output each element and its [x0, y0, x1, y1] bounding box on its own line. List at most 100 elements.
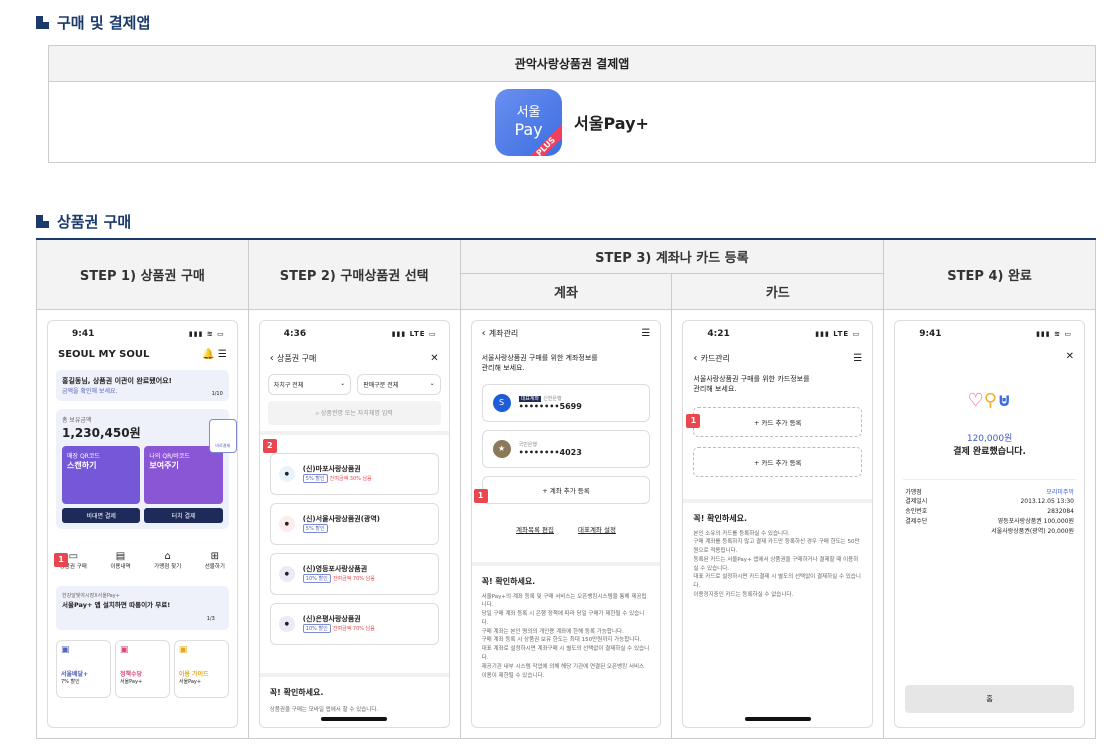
note: 당일 구매 계좌 등록 시 은행 정책에 따라 당일 구매가 제한될 수 있습니… — [481, 611, 645, 626]
desc-line2: 관리해 보세요. — [693, 385, 737, 393]
quick-pay-tab[interactable]: 바로결제 — [208, 418, 237, 453]
menu-store[interactable]: ⌂ 가맹점 찾기 — [154, 551, 181, 570]
voucher-item[interactable]: ● (신)영등포사랑상품권 10% 할인 잔여금액 70% 남음 — [269, 552, 439, 595]
payment-app-header: 관악사랑상품권 결제앱 — [49, 46, 1095, 82]
voucher-name: (신)영등포사랑상품권 — [302, 565, 368, 573]
menu-label: 가맹점 찾기 — [154, 563, 182, 570]
header-card: 카드 — [671, 272, 885, 310]
chevron-down-icon: ⌄ — [429, 379, 435, 387]
account-item[interactable]: ★ 국민은행 ••••••••4023 — [481, 429, 651, 468]
add-card-button[interactable]: + 카드 추가 등록 — [693, 446, 863, 477]
status-time: 9:41 — [72, 328, 95, 339]
set-primary-link[interactable]: 대표계좌 설정 — [578, 524, 616, 534]
banner-sub: 한강달빛야시장X서울Pay+ — [62, 592, 120, 599]
voucher-name: (신)마포사랑상품권 — [302, 465, 361, 473]
notice-text: 홍길동님, 상품권 이관이 완료됐어요! — [62, 376, 172, 385]
account-item[interactable]: S 대표계좌 신한은행 ••••••••5699 — [481, 383, 651, 422]
promo-banner[interactable]: 한강달빛야시장X서울Pay+ 서울Pay+ 앱 설치하면 따릉이가 무료! 1/… — [56, 585, 229, 630]
add-account-button[interactable]: + 계좌 추가 등록 — [481, 475, 651, 504]
square-bullet-icon — [36, 16, 49, 29]
receipt-key: 가맹점 — [905, 488, 922, 496]
back-icon[interactable]: ‹ 카드관리 — [693, 353, 730, 364]
menu-gift[interactable]: ⊞ 선물하기 — [205, 551, 225, 570]
account-number: ••••••••4023 — [518, 448, 582, 457]
chevron-down-icon: ⌄ — [340, 379, 346, 387]
section-title-purchase: 상품권 구매 — [36, 211, 131, 232]
qr-scan-button[interactable]: 매장 QR코드 스캔하기 — [62, 445, 141, 504]
desc-line1: 서울사랑상품권 구매를 위한 카드정보를 — [693, 374, 810, 383]
menu-label: 선물하기 — [204, 563, 225, 570]
note: 대표 계좌로 설정하시면 계좌구매 시 별도의 선택없이 결제하실 수 있습니다… — [481, 646, 650, 662]
home-button[interactable]: 홈 — [905, 684, 1074, 713]
quick-menu: ▭ 상품권 구매 ▤ 이용내역 ⌂ 가맹점 찾기 ⊞ 선물하기 — [48, 551, 237, 570]
edit-accounts-link[interactable]: 계좌목록 편집 — [516, 524, 554, 534]
total-amount: 1,230,450원 — [62, 425, 141, 440]
confirm-heading: 꼭! 확인하세요. — [693, 513, 748, 523]
receipt-value: 모리미주막 — [1046, 488, 1074, 496]
step-badge: 1 — [473, 488, 488, 503]
tile-delivery[interactable]: ▣ 서울배달+ 7% 할인 — [56, 639, 111, 698]
back-icon[interactable]: ‹ 계좌관리 — [482, 328, 519, 339]
signal-icon: ▮▮▮ ≋ ▭ — [188, 329, 225, 338]
voucher-item[interactable]: ● (신)서울사랑상품권(광역) 5% 할인 — [269, 502, 439, 545]
menu-label: 이용내역 — [110, 563, 131, 570]
add-card-button[interactable]: + 카드 추가 등록 — [693, 406, 863, 437]
header-step2: STEP 2) 구매상품권 선택 — [247, 238, 461, 310]
district-value: 자치구 전체 — [273, 381, 304, 389]
close-icon[interactable]: ✕ — [430, 353, 438, 364]
search-placeholder: 상품권명 또는 자치체명 입력 — [320, 409, 393, 417]
menu-history[interactable]: ▤ 이용내역 — [110, 551, 130, 570]
district-select[interactable]: 자치구 전체 ⌄ — [267, 373, 352, 395]
qr-show-label: 나의 QR/바코드 — [149, 452, 190, 460]
voucher-item[interactable]: ● (신)마포사랑상품권 5% 할인 잔여금액 30% 남음 — [269, 452, 439, 495]
tile-policy[interactable]: ▣ 정책수당 서울Pay+ — [114, 639, 170, 698]
receipt-value: 2013.12.05 13:30 — [1020, 498, 1074, 506]
note: 본인 소유의 카드를 등록하실 수 있습니다. — [693, 530, 790, 537]
kb-icon: ★ — [492, 439, 511, 458]
discount-pill: 5% 할인 — [302, 474, 328, 483]
signal-icon: ▮▮▮ LTE ▭ — [815, 329, 861, 338]
voucher-item[interactable]: ● (신)은평사랑상품권 10% 할인 잔여금액 70% 남음 — [269, 602, 439, 645]
bell-icon[interactable]: 🔔 ☰ — [202, 349, 227, 360]
square-bullet-icon — [36, 215, 49, 228]
search-input[interactable]: ⌕ 상품권명 또는 자치체명 입력 — [267, 400, 441, 425]
tile-title: 정책수당 — [119, 670, 143, 678]
screen-title: 카드관리 — [700, 353, 731, 363]
voucher-name: (신)서울사랑상품권(광역) — [302, 515, 380, 523]
remaining: 잔여금액 70% 남음 — [332, 576, 375, 582]
calendar-icon: ▣ — [119, 644, 129, 655]
note: 구매 계좌는 본인 명의의 개인용 계좌에 한해 등록 가능합니다. — [481, 628, 624, 635]
seoulpay-app-icon[interactable]: 서울 Pay PLUS — [495, 88, 563, 156]
signal-icon: ▮▮▮ ≋ ▭ — [1036, 329, 1072, 338]
delivery-icon: ▣ — [61, 644, 70, 655]
menu-icon[interactable]: ☰ — [853, 353, 862, 364]
confirm-text: 상품권을 구매는 모바일 앱에서 할 수 있습니다. — [269, 706, 379, 713]
notice-banner[interactable]: 홍길동님, 상품권 이관이 완료됐어요! 금액을 확인해 보세요. 1/10 — [56, 369, 229, 401]
discount-pill: 10% 할인 — [302, 624, 331, 633]
seoul-logo-icon: ● — [278, 515, 295, 532]
receipt: 가맹점 모리미주막 결제일시 2013.12.05 13:30 승인번호 283208… — [895, 488, 1084, 537]
confirm-heading: 꼭! 확인하세요. — [481, 576, 536, 586]
note: 구매 계좌 등록 시 상품권 보유 한도는 최대 150만원까지 가능합니다. — [481, 637, 642, 644]
qr-show-button[interactable]: 나의 QR/바코드 보여주기 — [144, 445, 223, 504]
touch-pay-button[interactable]: 터치 결제 — [144, 507, 223, 523]
home-indicator — [321, 716, 388, 721]
document-icon: ▤ — [115, 550, 126, 562]
tile-guide[interactable]: ▣ 이용 가이드 서울Pay+ — [173, 639, 229, 698]
step-badge: 1 — [54, 552, 68, 567]
close-icon[interactable]: ✕ — [895, 347, 1084, 366]
signal-icon: ▮▮▮ LTE ▭ — [391, 329, 437, 338]
menu-icon[interactable]: ☰ — [641, 328, 650, 339]
home-indicator — [744, 716, 811, 721]
contactless-pay-button[interactable]: 비대면 결제 — [62, 507, 141, 523]
tile-title: 서울배달+ — [61, 670, 89, 678]
account-number: ••••••••5699 — [518, 402, 582, 411]
back-icon[interactable]: ‹ 상품권 구매 — [270, 353, 317, 364]
desc-line1: 서울사랑상품권 구매를 위한 계좌정보를 — [481, 353, 598, 362]
section-title-payment-app: 구매 및 결제앱 — [36, 12, 150, 33]
voucher-name: (신)은평사랑상품권 — [302, 615, 361, 623]
discount-pill: 10% 할인 — [302, 574, 331, 583]
ydp-logo-icon: ● — [278, 565, 295, 582]
gift-icon: ⊞ — [210, 550, 220, 562]
sale-type-select[interactable]: 판매구분 전체 ⌄ — [357, 373, 441, 395]
